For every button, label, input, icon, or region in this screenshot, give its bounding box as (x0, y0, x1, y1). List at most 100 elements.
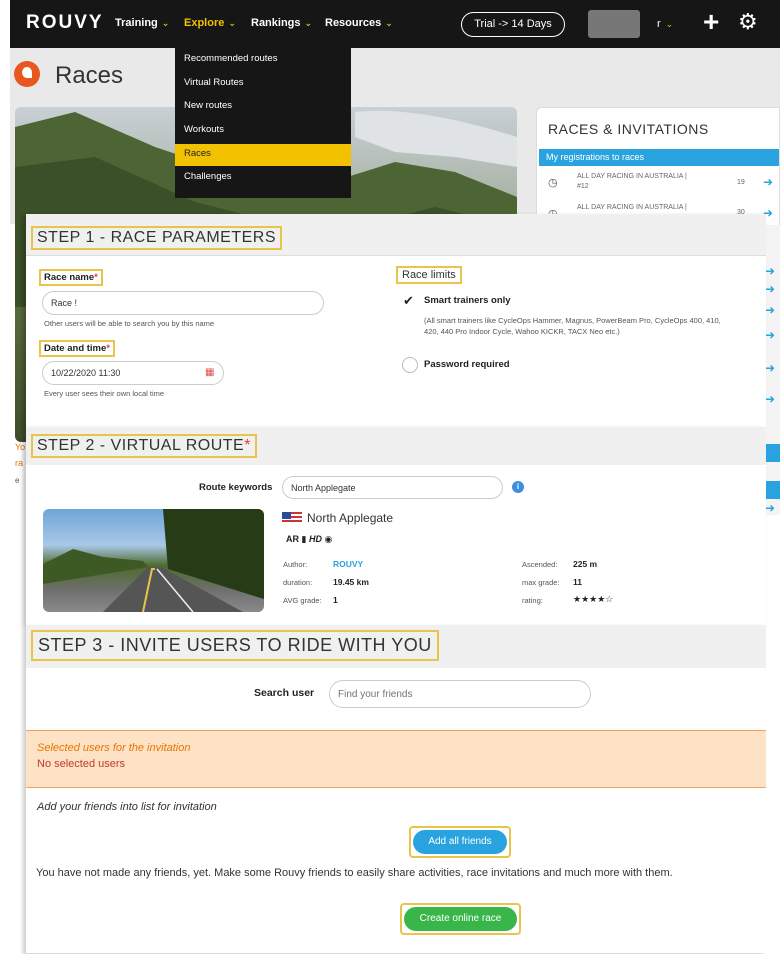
route-name: North Applegate (307, 511, 394, 525)
rating-label: rating: (522, 596, 543, 605)
race-sub: #12 (577, 183, 589, 190)
route-keywords-label: Route keywords (199, 482, 273, 493)
required-mark: * (106, 343, 110, 354)
date-value: 10/22/2020 11:30 (51, 368, 121, 378)
nav-item-training[interactable]: Training ⌄ (115, 17, 169, 29)
username-label: r (657, 18, 661, 30)
rouvy-logo[interactable]: ROUVY (26, 12, 104, 34)
user-menu[interactable]: r ⌄ (657, 18, 673, 30)
race-count: 19 (737, 179, 745, 186)
route-keywords-field[interactable] (282, 476, 503, 499)
race-limits-label: Race limits (396, 266, 462, 284)
no-friends-text: You have not made any friends, yet. Make… (36, 867, 673, 879)
search-user-input[interactable] (329, 680, 591, 708)
ascended-label: Ascended: (522, 560, 558, 569)
chevron-down-icon: ⌄ (385, 18, 393, 28)
menu-item-workouts[interactable]: Workouts (184, 124, 224, 135)
title-text: STEP 2 - VIRTUAL ROUTE (37, 437, 245, 454)
smart-trainers-hint: (All smart trainers like CycleOps Hammer… (424, 316, 721, 336)
info-icon[interactable]: i (512, 481, 524, 493)
menu-item-virtual-routes[interactable]: Virtual Routes (184, 77, 244, 88)
required-mark: * (244, 437, 251, 454)
race-name: ALL DAY RACING IN AUSTRALIA | (577, 173, 687, 180)
tab-my-registrations[interactable]: My registrations to races (539, 149, 779, 166)
award-icon: ◉ (324, 534, 333, 544)
arrow-right-icon[interactable]: ➜ (765, 501, 775, 515)
password-checkbox[interactable] (402, 357, 418, 373)
chevron-down-icon: ⌄ (665, 19, 674, 29)
duration-value: 19.45 km (333, 577, 369, 587)
arrow-right-icon[interactable]: ➜ (765, 328, 775, 342)
chevron-down-icon: ⌄ (161, 18, 170, 28)
date-time-field[interactable]: 10/22/2020 11:30 (42, 361, 224, 385)
menu-item-recommended-routes[interactable]: Recommended routes (184, 53, 277, 64)
step3-section (26, 625, 766, 953)
ar-badge: AR (286, 534, 299, 544)
required-mark: * (94, 272, 98, 283)
races-icon (14, 61, 40, 87)
race-row[interactable]: ALL DAY RACING IN AUSTRALIA | (577, 204, 727, 211)
label-text: Date and time (44, 343, 107, 354)
arrow-right-icon[interactable]: ➜ (765, 282, 775, 296)
menu-item-new-routes[interactable]: New routes (184, 100, 232, 111)
author-label: Author: (283, 560, 308, 569)
panel-title: RACES & INVITATIONS (548, 121, 709, 137)
rating-stars: ★★★★☆ (573, 594, 614, 604)
menu-item-challenges[interactable]: Challenges (184, 171, 232, 182)
avg-grade-value: 1 (333, 595, 338, 605)
arrow-right-icon[interactable]: ➜ (765, 392, 775, 406)
selected-users-value: No selected users (37, 758, 126, 770)
selected-users-box (26, 730, 766, 788)
avatar[interactable] (588, 10, 640, 38)
max-grade-label: max grade: (522, 578, 560, 587)
trial-button[interactable]: Trial -> 14 Days (461, 12, 565, 37)
arrow-right-icon[interactable]: ➜ (765, 264, 775, 278)
chevron-down-icon: ⌄ (228, 18, 236, 28)
nav-item-label: Training (115, 17, 158, 29)
race-row[interactable]: ALL DAY RACING IN AUSTRALIA | #12 (577, 173, 727, 190)
label-text: Race name (44, 272, 95, 283)
chevron-down-icon: ⌄ (304, 18, 313, 28)
race-name-field[interactable] (42, 291, 324, 315)
highlight-strip (765, 481, 780, 499)
race-name-label: Race name* (39, 269, 103, 286)
nav-item-resources[interactable]: Resources ⌄ (325, 17, 393, 29)
step3-title: STEP 3 - INVITE USERS TO RIDE WITH YOU (31, 630, 439, 661)
password-label: Password required (424, 359, 510, 370)
author-link[interactable]: ROUVY (333, 559, 363, 569)
selected-users-title: Selected users for the invitation (37, 742, 191, 754)
avg-grade-label: AVG grade: (283, 596, 322, 605)
nav-item-explore[interactable]: Explore ⌄ (184, 17, 236, 29)
create-online-race-button[interactable]: Create online race (404, 907, 517, 931)
us-flag-icon (282, 512, 302, 524)
arrow-right-icon[interactable]: ➜ (765, 361, 775, 375)
menu-item-races[interactable]: Races (184, 148, 211, 159)
step2-title: STEP 2 - VIRTUAL ROUTE* (31, 434, 257, 458)
video-icon: ▮ (301, 534, 307, 544)
date-time-hint: Every user sees their own local time (44, 389, 165, 398)
arrow-right-icon[interactable]: ➜ (763, 175, 773, 189)
logo-text: ROUVY (26, 12, 104, 33)
max-grade-value: 11 (573, 577, 582, 587)
step1-title: STEP 1 - RACE PARAMETERS (31, 226, 283, 250)
arrow-right-icon[interactable]: ➜ (765, 303, 775, 317)
check-icon[interactable]: ✔ (403, 293, 414, 309)
search-user-label: Search user (254, 687, 315, 699)
gear-icon[interactable]: ⚙ (738, 9, 758, 35)
calendar-icon[interactable]: ▦ (205, 367, 214, 378)
nav-item-rankings[interactable]: Rankings ⌄ (251, 17, 312, 29)
plus-icon[interactable]: + (703, 6, 719, 38)
route-thumbnail[interactable] (43, 509, 264, 612)
highlight-strip (765, 444, 780, 462)
clock-icon: ◷ (548, 177, 558, 189)
duration-label: duration: (283, 578, 313, 587)
route-badges: AR ▮ HD ◉ (286, 534, 332, 545)
date-time-label: Date and time* (39, 340, 115, 357)
add-all-friends-button[interactable]: Add all friends (413, 830, 507, 854)
nav-item-label: Explore (184, 17, 225, 29)
smart-trainers-label: Smart trainers only (424, 295, 511, 306)
race-name-hint: Other users will be able to search you b… (44, 319, 215, 328)
nav-item-label: Resources (325, 17, 382, 29)
nav-item-label: Rankings (251, 17, 301, 29)
add-friends-hint: Add your friends into list for invitatio… (37, 801, 217, 813)
